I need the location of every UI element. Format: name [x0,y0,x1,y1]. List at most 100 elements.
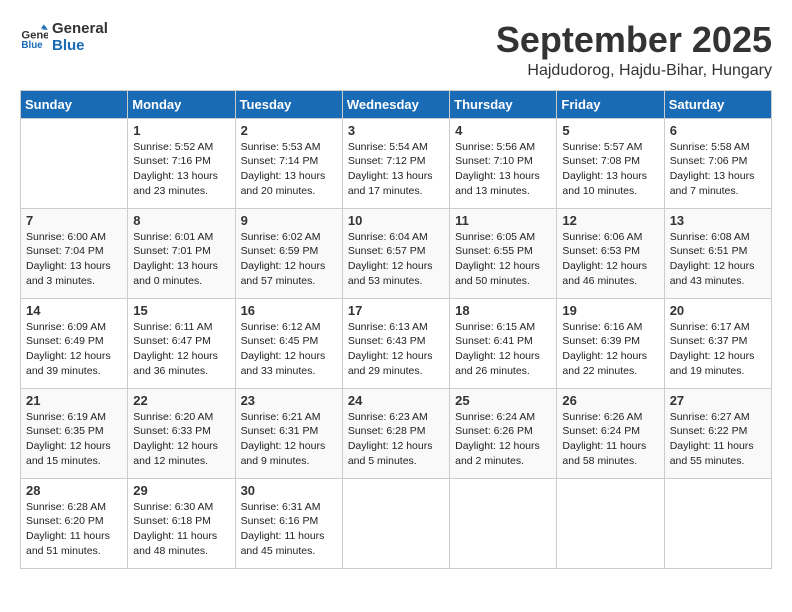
day-info: Sunrise: 6:06 AM Sunset: 6:53 PM Dayligh… [562,230,658,289]
calendar-cell: 11 Sunrise: 6:05 AM Sunset: 6:55 PM Dayli… [450,208,557,298]
header-friday: Friday [557,90,664,118]
location-title: Hajdudorog, Hajdu-Bihar, Hungary [496,62,772,80]
calendar-cell: 4 Sunrise: 5:56 AM Sunset: 7:10 PM Daylig… [450,118,557,208]
calendar-cell: 2 Sunrise: 5:53 AM Sunset: 7:14 PM Daylig… [235,118,342,208]
calendar-header-row: SundayMondayTuesdayWednesdayThursdayFrid… [21,90,772,118]
day-number: 16 [241,303,337,318]
day-info: Sunrise: 6:15 AM Sunset: 6:41 PM Dayligh… [455,320,551,379]
calendar-week-3: 14 Sunrise: 6:09 AM Sunset: 6:49 PM Dayli… [21,298,772,388]
calendar-cell [450,478,557,568]
calendar-cell: 29 Sunrise: 6:30 AM Sunset: 6:18 PM Dayli… [128,478,235,568]
day-info: Sunrise: 6:20 AM Sunset: 6:33 PM Dayligh… [133,410,229,469]
calendar-cell: 21Sunrise: 6:19 AM Sunset: 6:35 PM Dayli… [21,388,128,478]
svg-text:Blue: Blue [21,40,43,51]
day-number: 24 [348,393,444,408]
calendar-cell: 7 Sunrise: 6:00 AM Sunset: 7:04 PM Daylig… [21,208,128,298]
calendar-week-2: 7 Sunrise: 6:00 AM Sunset: 7:04 PM Daylig… [21,208,772,298]
day-number: 2 [241,123,337,138]
day-number: 10 [348,213,444,228]
day-number: 9 [241,213,337,228]
calendar-cell: 20Sunrise: 6:17 AM Sunset: 6:37 PM Dayli… [664,298,771,388]
day-number: 26 [562,393,658,408]
month-title: September 2025 [496,20,772,60]
logo-text-line1: General [52,20,108,37]
calendar-cell: 6 Sunrise: 5:58 AM Sunset: 7:06 PM Daylig… [664,118,771,208]
calendar-cell: 24 Sunrise: 6:23 AM Sunset: 6:28 PM Dayli… [342,388,449,478]
day-info: Sunrise: 6:11 AM Sunset: 6:47 PM Dayligh… [133,320,229,379]
header-tuesday: Tuesday [235,90,342,118]
day-info: Sunrise: 5:58 AM Sunset: 7:06 PM Dayligh… [670,140,766,199]
day-info: Sunrise: 6:31 AM Sunset: 6:16 PM Dayligh… [241,500,337,559]
day-info: Sunrise: 6:12 AM Sunset: 6:45 PM Dayligh… [241,320,337,379]
header-saturday: Saturday [664,90,771,118]
day-number: 18 [455,303,551,318]
calendar-week-1: 1 Sunrise: 5:52 AM Sunset: 7:16 PM Daylig… [21,118,772,208]
day-number: 1 [133,123,229,138]
calendar-cell: 23Sunrise: 6:21 AM Sunset: 6:31 PM Dayli… [235,388,342,478]
calendar-table: SundayMondayTuesdayWednesdayThursdayFrid… [20,90,772,569]
logo: General Blue General Blue [20,20,108,54]
calendar-cell [557,478,664,568]
calendar-cell: 12Sunrise: 6:06 AM Sunset: 6:53 PM Dayli… [557,208,664,298]
day-info: Sunrise: 5:54 AM Sunset: 7:12 PM Dayligh… [348,140,444,199]
day-number: 6 [670,123,766,138]
calendar-week-4: 21Sunrise: 6:19 AM Sunset: 6:35 PM Dayli… [21,388,772,478]
day-number: 8 [133,213,229,228]
day-info: Sunrise: 5:52 AM Sunset: 7:16 PM Dayligh… [133,140,229,199]
header-monday: Monday [128,90,235,118]
day-number: 11 [455,213,551,228]
day-number: 14 [26,303,122,318]
header-wednesday: Wednesday [342,90,449,118]
day-info: Sunrise: 6:23 AM Sunset: 6:28 PM Dayligh… [348,410,444,469]
day-number: 21 [26,393,122,408]
calendar-cell [342,478,449,568]
day-number: 4 [455,123,551,138]
day-number: 25 [455,393,551,408]
day-number: 7 [26,213,122,228]
day-info: Sunrise: 6:08 AM Sunset: 6:51 PM Dayligh… [670,230,766,289]
day-info: Sunrise: 5:56 AM Sunset: 7:10 PM Dayligh… [455,140,551,199]
calendar-cell: 27 Sunrise: 6:27 AM Sunset: 6:22 PM Dayli… [664,388,771,478]
day-info: Sunrise: 6:30 AM Sunset: 6:18 PM Dayligh… [133,500,229,559]
day-info: Sunrise: 6:02 AM Sunset: 6:59 PM Dayligh… [241,230,337,289]
calendar-cell: 10Sunrise: 6:04 AM Sunset: 6:57 PM Dayli… [342,208,449,298]
calendar-cell: 19Sunrise: 6:16 AM Sunset: 6:39 PM Dayli… [557,298,664,388]
calendar-cell: 18 Sunrise: 6:15 AM Sunset: 6:41 PM Dayli… [450,298,557,388]
calendar-cell: 14 Sunrise: 6:09 AM Sunset: 6:49 PM Dayli… [21,298,128,388]
day-number: 27 [670,393,766,408]
day-info: Sunrise: 5:53 AM Sunset: 7:14 PM Dayligh… [241,140,337,199]
day-info: Sunrise: 6:16 AM Sunset: 6:39 PM Dayligh… [562,320,658,379]
calendar-cell: 25 Sunrise: 6:24 AM Sunset: 6:26 PM Dayli… [450,388,557,478]
day-info: Sunrise: 6:13 AM Sunset: 6:43 PM Dayligh… [348,320,444,379]
calendar-cell: 8 Sunrise: 6:01 AM Sunset: 7:01 PM Daylig… [128,208,235,298]
day-info: Sunrise: 6:05 AM Sunset: 6:55 PM Dayligh… [455,230,551,289]
day-info: Sunrise: 6:01 AM Sunset: 7:01 PM Dayligh… [133,230,229,289]
day-number: 17 [348,303,444,318]
header-thursday: Thursday [450,90,557,118]
page-header: General Blue General Blue September 2025… [20,20,772,80]
calendar-cell: 1 Sunrise: 5:52 AM Sunset: 7:16 PM Daylig… [128,118,235,208]
calendar-cell: 3 Sunrise: 5:54 AM Sunset: 7:12 PM Daylig… [342,118,449,208]
day-info: Sunrise: 6:00 AM Sunset: 7:04 PM Dayligh… [26,230,122,289]
day-number: 3 [348,123,444,138]
title-block: September 2025 Hajdudorog, Hajdu-Bihar, … [496,20,772,80]
calendar-cell: 9 Sunrise: 6:02 AM Sunset: 6:59 PM Daylig… [235,208,342,298]
day-info: Sunrise: 6:24 AM Sunset: 6:26 PM Dayligh… [455,410,551,469]
logo-text-line2: Blue [52,37,108,54]
calendar-cell [21,118,128,208]
day-number: 13 [670,213,766,228]
logo-icon: General Blue [20,23,48,51]
calendar-cell: 5Sunrise: 5:57 AM Sunset: 7:08 PM Daylig… [557,118,664,208]
day-number: 15 [133,303,229,318]
day-info: Sunrise: 6:09 AM Sunset: 6:49 PM Dayligh… [26,320,122,379]
calendar-cell: 13 Sunrise: 6:08 AM Sunset: 6:51 PM Dayli… [664,208,771,298]
day-info: Sunrise: 6:28 AM Sunset: 6:20 PM Dayligh… [26,500,122,559]
day-info: Sunrise: 6:21 AM Sunset: 6:31 PM Dayligh… [241,410,337,469]
calendar-cell [664,478,771,568]
calendar-cell: 17 Sunrise: 6:13 AM Sunset: 6:43 PM Dayli… [342,298,449,388]
header-sunday: Sunday [21,90,128,118]
day-info: Sunrise: 6:27 AM Sunset: 6:22 PM Dayligh… [670,410,766,469]
day-number: 29 [133,483,229,498]
day-info: Sunrise: 5:57 AM Sunset: 7:08 PM Dayligh… [562,140,658,199]
day-number: 30 [241,483,337,498]
